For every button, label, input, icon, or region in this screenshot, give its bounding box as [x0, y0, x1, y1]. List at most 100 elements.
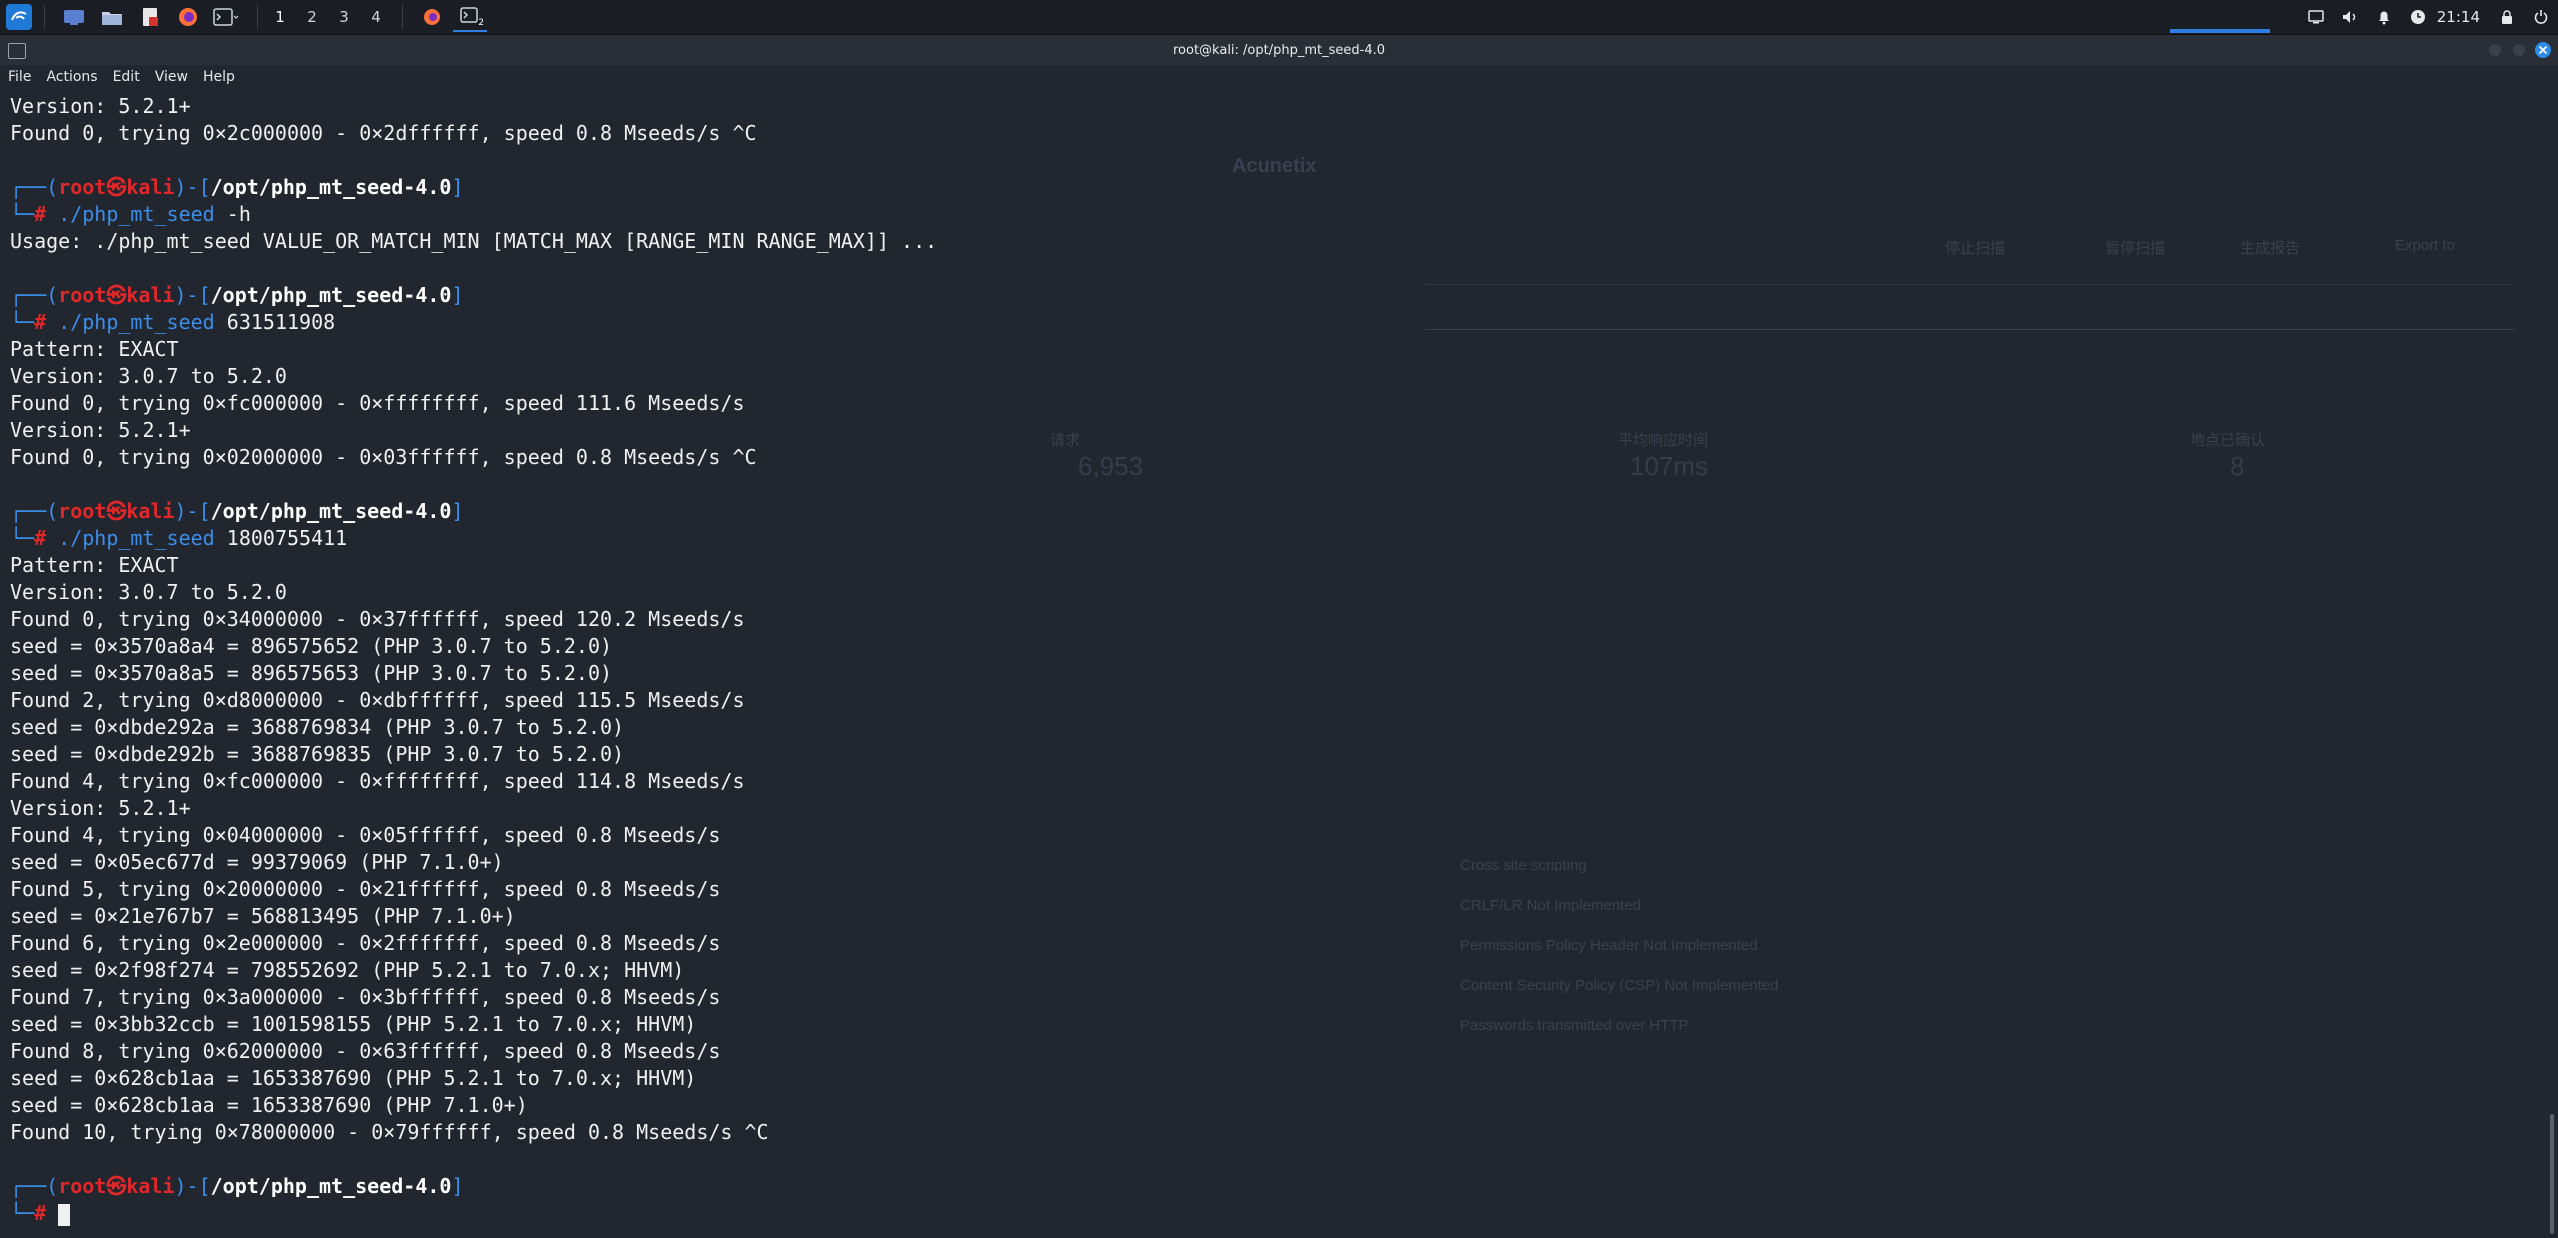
output-line: Found 5, trying 0×20000000 - 0×21ffffff,… — [10, 877, 721, 901]
command-args: 631511908 — [214, 310, 336, 334]
output-line: Version: 3.0.7 to 5.2.0 — [10, 364, 287, 388]
notification-bell-icon[interactable] — [2367, 0, 2401, 34]
output-line: seed = 0×dbde292b = 3688769835 (PHP 3.0.… — [10, 742, 625, 766]
prompt-host: kali — [126, 499, 175, 523]
output-line: Version: 5.2.1+ — [10, 94, 191, 118]
display-icon[interactable] — [2299, 0, 2333, 34]
desktop-icon[interactable] — [57, 2, 91, 32]
menu-help[interactable]: Help — [203, 69, 235, 85]
volume-icon[interactable] — [2333, 0, 2367, 34]
workspace-1[interactable]: 1 — [264, 8, 296, 26]
output-line: seed = 0×2f98f274 = 798552692 (PHP 5.2.1… — [10, 958, 685, 982]
command-name: ./php_mt_seed — [58, 526, 215, 550]
output-line: seed = 0×dbde292a = 3688769834 (PHP 3.0.… — [10, 715, 625, 739]
prompt-user: root — [58, 499, 107, 523]
prompt-host: kali — [126, 283, 175, 307]
prompt-lower: └─ — [10, 526, 35, 550]
output-line: Found 0, trying 0×02000000 - 0×03ffffff,… — [10, 445, 757, 469]
ghost-vuln-3: Permissions Policy Header Not Implemente… — [1460, 937, 1758, 954]
output-line: seed = 0×3570a8a5 = 896575653 (PHP 3.0.7… — [10, 661, 613, 685]
output-line: Found 7, trying 0×3a000000 - 0×3bffffff,… — [10, 985, 721, 1009]
command-args: -h — [214, 202, 251, 226]
lock-icon[interactable] — [2490, 0, 2524, 34]
prompt-mid: )-[ — [174, 499, 211, 523]
output-line: Found 0, trying 0×34000000 - 0×37ffffff,… — [10, 607, 745, 631]
prompt-path: /opt/php_mt_seed-4.0 — [210, 175, 452, 199]
prompt-user: root — [58, 175, 107, 199]
scrollbar-thumb[interactable] — [2550, 1114, 2554, 1234]
terminal-titlebar[interactable]: root@kali: /opt/php_mt_seed-4.0 — [0, 35, 2558, 65]
menu-edit[interactable]: Edit — [113, 69, 140, 85]
command-line: └─# ./php_mt_seed 1800755411 — [10, 525, 937, 552]
ghost-button-stop: 停止扫描 — [1945, 240, 2006, 257]
output-line: Version: 3.0.7 to 5.2.0 — [10, 580, 287, 604]
workspace-4[interactable]: 4 — [360, 8, 392, 26]
prompt-open: ┌──( — [10, 499, 59, 523]
workspace-3[interactable]: 3 — [328, 8, 360, 26]
power-icon[interactable] — [2524, 0, 2558, 34]
output-line: seed = 0×3bb32ccb = 1001598155 (PHP 5.2.… — [10, 1012, 697, 1036]
ghost-stat-value-confirmed: 8 — [2230, 451, 2245, 481]
maximize-icon[interactable] — [2510, 41, 2528, 59]
firefox-task-icon[interactable] — [415, 2, 449, 32]
firefox-icon[interactable] — [171, 2, 205, 32]
ghost-button-report: 生成报告 — [2240, 240, 2301, 257]
output-line: Found 4, trying 0×04000000 - 0×05ffffff,… — [10, 823, 721, 847]
output-line: Found 8, trying 0×62000000 - 0×63ffffff,… — [10, 1039, 721, 1063]
ghost-vuln-4: Content Security Policy (CSP) Not Implem… — [1460, 977, 1779, 994]
prompt-at-symbol: ㉿ — [106, 283, 127, 307]
terminal-window-icon — [8, 43, 26, 59]
ghost-vuln-1: Cross site scripting — [1460, 857, 1587, 874]
text-editor-icon[interactable] — [133, 2, 167, 32]
output-line: Found 10, trying 0×78000000 - 0×79ffffff… — [10, 1120, 769, 1144]
workspace-switcher: 1 2 3 4 — [257, 5, 392, 29]
terminal-output-area[interactable]: Acunetix 停止扫描 暂停扫描 生成报告 Export to 请求 6,9… — [0, 89, 2540, 1238]
prompt-open: ┌──( — [10, 283, 59, 307]
menu-view[interactable]: View — [155, 69, 188, 85]
prompt-close: ] — [451, 499, 464, 523]
prompt-close: ] — [451, 1174, 464, 1198]
ghost-stat-value-response: 107ms — [1630, 451, 1709, 481]
prompt-mid: )-[ — [174, 283, 211, 307]
prompt-close: ] — [451, 175, 464, 199]
menu-file[interactable]: File — [8, 69, 31, 85]
prompt-hash: # — [34, 202, 47, 226]
output-line: Found 2, trying 0×d8000000 - 0×dbffffff,… — [10, 688, 745, 712]
prompt-open: ┌──( — [10, 1174, 59, 1198]
output-line: seed = 0×05ec677d = 99379069 (PHP 7.1.0+… — [10, 850, 504, 874]
workspace-2[interactable]: 2 — [296, 8, 328, 26]
output-line: Found 4, trying 0×fc000000 - 0×ffffffff,… — [10, 769, 745, 793]
minimize-icon[interactable] — [2486, 41, 2504, 59]
prompt-at-symbol: ㉿ — [106, 1174, 127, 1198]
prompt-host: kali — [126, 175, 175, 199]
command-line: └─# ./php_mt_seed -h — [10, 201, 937, 228]
prompt-mid: )-[ — [174, 1174, 211, 1198]
terminal-icon[interactable] — [209, 2, 243, 32]
terminal-task-icon[interactable]: 2 — [453, 2, 487, 32]
ghost-stat-label-confirmed: 地点已确认 — [2190, 432, 2266, 449]
cpu-usage-bar — [2170, 29, 2270, 33]
kali-menu-icon[interactable] — [4, 2, 34, 32]
output-line: Found 6, trying 0×2e000000 - 0×2fffffff,… — [10, 931, 721, 955]
terminal-scrollbar[interactable] — [2540, 89, 2558, 1238]
terminal-lines: Version: 5.2.1+ Found 0, trying 0×2c00000… — [10, 93, 937, 1227]
prompt-user: root — [58, 283, 107, 307]
ghost-app-title: Acunetix — [1232, 155, 1317, 177]
prompt-lower: └─ — [10, 1201, 35, 1225]
prompt-at-symbol: ㉿ — [106, 175, 127, 199]
close-icon[interactable] — [2534, 41, 2552, 59]
clock-time[interactable]: 21:14 — [2435, 8, 2490, 26]
prompt-close: ] — [451, 283, 464, 307]
menu-actions[interactable]: Actions — [46, 69, 97, 85]
prompt-line: ┌──(root㉿kali)-[/opt/php_mt_seed-4.0] — [10, 282, 937, 309]
prompt-open: ┌──( — [10, 175, 59, 199]
command-line[interactable]: └─# — [10, 1200, 937, 1227]
file-manager-icon[interactable] — [95, 2, 129, 32]
prompt-lower: └─ — [10, 202, 35, 226]
output-line: seed = 0×3570a8a4 = 896575652 (PHP 3.0.7… — [10, 634, 613, 658]
ghost-stat-value-requests: 6,953 — [1078, 451, 1144, 481]
output-line: Pattern: EXACT — [10, 337, 179, 361]
